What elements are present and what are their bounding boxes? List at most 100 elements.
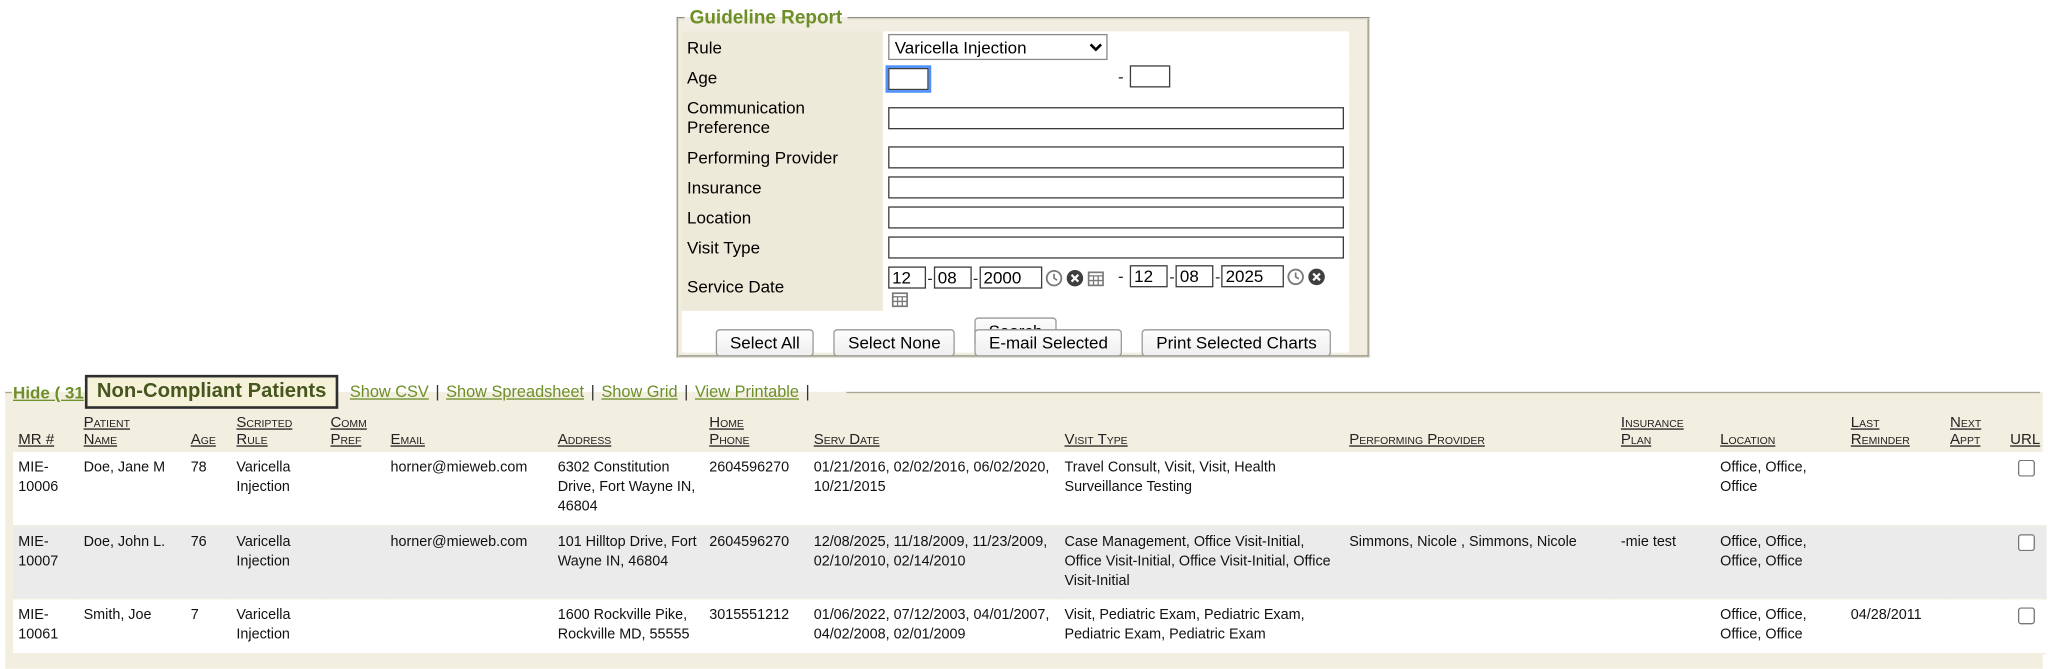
view-printable-link[interactable]: View Printable	[695, 383, 799, 401]
guideline-report-panel: Guideline Report Rule Varicella Injectio…	[677, 8, 1371, 358]
col-header-location: Location	[1715, 408, 1846, 452]
sort-link-patient-name[interactable]: Name	[84, 432, 181, 448]
service-date-label: Service Date	[682, 263, 883, 311]
sort-link-scripted-rule[interactable]: Scripted	[236, 415, 320, 431]
service-date-from-month-input[interactable]	[888, 267, 926, 289]
non-compliant-patients-panel: Hide ( 31 Non-Compliant Patients Show CS…	[5, 392, 2043, 669]
report-form: Rule Varicella Injection Age - Communica…	[682, 31, 1349, 352]
sort-link-next-appt[interactable]: Next	[1950, 415, 2000, 431]
service-date-to-year-input[interactable]	[1222, 265, 1285, 287]
age-from-group	[888, 67, 1118, 89]
sort-link-home-phone[interactable]: Home	[709, 415, 803, 431]
calendar-icon[interactable]	[891, 290, 909, 308]
sort-link-patient-name[interactable]: Patient	[84, 415, 181, 431]
service-date-from-day-input[interactable]	[934, 267, 972, 289]
table-header-row: MR # PatientName Age ScriptedRule CommPr…	[13, 408, 2047, 452]
row-select-checkbox[interactable]	[2017, 534, 2034, 551]
show-csv-link[interactable]: Show CSV	[350, 383, 429, 401]
visit-type-input[interactable]	[888, 236, 1344, 258]
table-row: MIE-10007Doe, John L.76Varicella Injecti…	[13, 525, 2047, 599]
location-input[interactable]	[888, 206, 1344, 228]
hide-link[interactable]: Hide ( 31	[13, 382, 84, 402]
cell-location: Office, Office, Office	[1715, 452, 1846, 525]
link-separator: |	[435, 383, 439, 401]
service-date-to-month-input[interactable]	[1130, 265, 1168, 287]
show-spreadsheet-link[interactable]: Show Spreadsheet	[446, 383, 584, 401]
sort-link-age[interactable]: Age	[191, 432, 226, 448]
sort-link-last-reminder[interactable]: Reminder	[1851, 432, 1940, 448]
sort-link-email[interactable]: Email	[391, 432, 548, 448]
rule-select[interactable]: Varicella Injection	[888, 34, 1107, 60]
select-none-button[interactable]: Select None	[834, 329, 955, 356]
cell-mr: MIE-10061	[13, 599, 78, 653]
col-header-comm-pref: CommPref	[325, 408, 385, 452]
performing-provider-input[interactable]	[888, 146, 1344, 168]
sort-link-last-reminder[interactable]: Last	[1851, 415, 1940, 431]
cell-serv-date: 01/06/2022, 07/12/2003, 04/01/2007, 04/0…	[808, 599, 1059, 653]
col-header-email: Email	[385, 408, 552, 452]
cell-age: 76	[185, 525, 231, 599]
col-header-mr: MR #	[13, 408, 78, 452]
sort-link-home-phone[interactable]: Phone	[709, 432, 803, 448]
row-select-checkbox[interactable]	[2017, 460, 2034, 477]
sort-link-url[interactable]: URL	[2010, 432, 2041, 448]
panel-border	[5, 392, 12, 393]
age-label: Age	[682, 63, 883, 93]
service-date-from-year-input[interactable]	[980, 267, 1043, 289]
age-from-input[interactable]	[888, 67, 928, 89]
service-date-to-day-input[interactable]	[1176, 265, 1214, 287]
sort-link-insurance-plan[interactable]: Insurance	[1621, 415, 1710, 431]
row-select-checkbox[interactable]	[2017, 608, 2034, 625]
link-separator: |	[806, 383, 810, 401]
cell-url	[2005, 452, 2047, 525]
col-header-next-appt: NextAppt	[1945, 408, 2005, 452]
form-row-service-date: Service Date -----	[682, 263, 1349, 311]
cell-age: 78	[185, 452, 231, 525]
sort-link-insurance-plan[interactable]: Plan	[1621, 432, 1710, 448]
col-header-url: URL	[2005, 408, 2047, 452]
panel-legend: Hide ( 31 Non-Compliant Patients Show CS…	[13, 375, 816, 409]
show-grid-link[interactable]: Show Grid	[601, 383, 677, 401]
clear-icon[interactable]	[1308, 268, 1326, 286]
print-selected-charts-button[interactable]: Print Selected Charts	[1142, 329, 1331, 356]
service-date-range-separator: -	[1118, 266, 1124, 286]
cell-address: 1600 Rockville Pike, Rockville MD, 55555	[552, 599, 704, 653]
sort-link-next-appt[interactable]: Appt	[1950, 432, 2000, 448]
sort-link-scripted-rule[interactable]: Rule	[236, 432, 320, 448]
cell-insurance-plan	[1616, 599, 1715, 653]
insurance-input[interactable]	[888, 176, 1344, 198]
col-header-visit-type: Visit Type	[1059, 408, 1344, 452]
cell-last-reminder	[1846, 525, 1945, 599]
sort-link-address[interactable]: Address	[558, 432, 699, 448]
cell-comm-pref	[325, 599, 385, 653]
cell-comm-pref	[325, 525, 385, 599]
select-all-button[interactable]: Select All	[716, 329, 815, 356]
patients-table: MR # PatientName Age ScriptedRule CommPr…	[13, 408, 2047, 654]
table-row: MIE-10006Doe, Jane M78Varicella Injectio…	[13, 452, 2047, 525]
communication-preference-input[interactable]	[888, 106, 1344, 128]
cell-next-appt	[1945, 525, 2005, 599]
cell-comm-pref	[325, 452, 385, 525]
sort-link-serv-date[interactable]: Serv Date	[814, 432, 1054, 448]
sort-link-comm-pref[interactable]: Comm	[330, 415, 380, 431]
col-header-scripted-rule: ScriptedRule	[231, 408, 325, 452]
age-to-input[interactable]	[1130, 66, 1170, 88]
calendar-icon[interactable]	[1087, 269, 1105, 287]
sort-link-mr[interactable]: MR #	[18, 432, 73, 448]
form-row-insurance: Insurance	[682, 172, 1349, 202]
sort-link-location[interactable]: Location	[1720, 432, 1840, 448]
sort-link-performing-provider[interactable]: Performing Provider	[1349, 432, 1610, 448]
cell-mr: MIE-10007	[13, 525, 78, 599]
email-selected-button[interactable]: E-mail Selected	[975, 329, 1123, 356]
cell-visit-type: Travel Consult, Visit, Visit, Health Sur…	[1059, 452, 1344, 525]
cell-last-reminder: 04/28/2011	[1846, 599, 1945, 653]
clear-icon[interactable]	[1066, 269, 1084, 287]
cell-performing-provider: Simmons, Nicole , Simmons, Nicole	[1344, 525, 1616, 599]
cell-patient-name: Doe, John L.	[78, 525, 185, 599]
sort-link-visit-type[interactable]: Visit Type	[1064, 432, 1338, 448]
cell-home-phone: 2604596270	[704, 525, 808, 599]
cell-scripted-rule: Varicella Injection	[231, 599, 325, 653]
sort-link-comm-pref[interactable]: Pref	[330, 432, 380, 448]
clock-icon[interactable]	[1287, 268, 1305, 286]
clock-icon[interactable]	[1045, 269, 1063, 287]
